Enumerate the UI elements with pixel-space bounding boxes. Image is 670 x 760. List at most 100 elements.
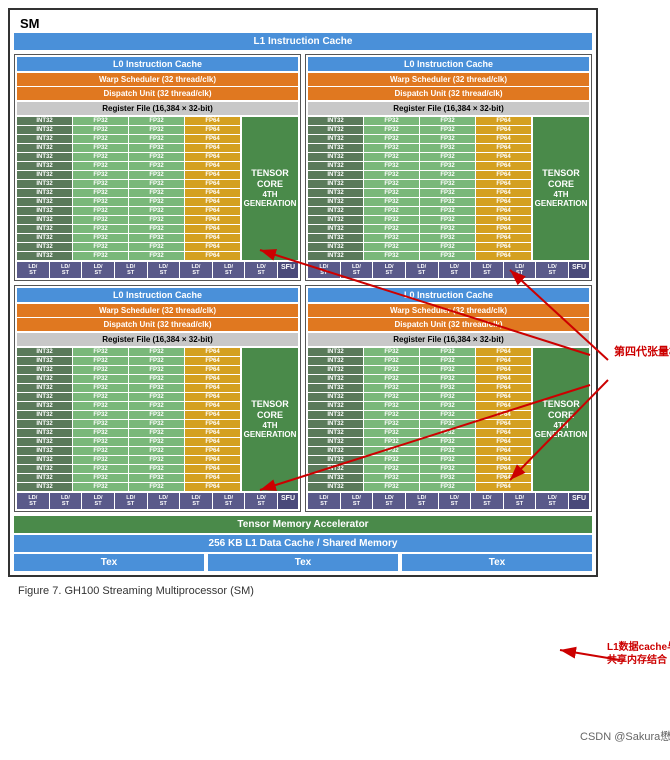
table-row: INT32 FP32 FP32 FP64 bbox=[308, 465, 531, 473]
l0-cache-tl: L0 Instruction Cache bbox=[17, 57, 298, 71]
svg-text:共享内存结合: 共享内存结合 bbox=[607, 653, 668, 666]
table-row: INT32 FP32 FP32 FP64 bbox=[308, 216, 531, 224]
table-row: INT32 FP32 FP32 FP64 bbox=[308, 207, 531, 215]
sub-block-top-right: L0 Instruction Cache Warp Scheduler (32 … bbox=[305, 54, 592, 281]
table-row: INT32 FP32 FP32 FP64 bbox=[17, 180, 240, 188]
cores-tensor-tl: INT32 FP32 FP32 FP64 INT32 FP32 FP32 FP6… bbox=[17, 117, 298, 260]
table-row: INT32 FP32 FP32 FP64 bbox=[17, 384, 240, 392]
top-two-col: L0 Instruction Cache Warp Scheduler (32 … bbox=[14, 54, 592, 281]
table-row: INT32 FP32 FP32 FP64 bbox=[308, 375, 531, 383]
bottom-two-col: L0 Instruction Cache Warp Scheduler (32 … bbox=[14, 285, 592, 512]
table-row: INT32 FP32 FP32 FP64 bbox=[308, 252, 531, 260]
tensor-core-bl: TENSOR CORE 4TH GENERATION bbox=[242, 348, 298, 491]
table-row: INT32 FP32 FP32 FP64 bbox=[17, 243, 240, 251]
table-row: INT32 FP32 FP32 FP64 bbox=[17, 474, 240, 482]
table-row: INT32 FP32 FP32 FP64 bbox=[308, 393, 531, 401]
table-row: INT32 FP32 FP32 FP64 bbox=[308, 144, 531, 152]
tensor-memory-accelerator: Tensor Memory Accelerator bbox=[14, 516, 592, 533]
dispatch-unit-tr: Dispatch Unit (32 thread/clk) bbox=[308, 87, 589, 100]
tensor-core-tl: TENSOR CORE 4TH GENERATION bbox=[242, 117, 298, 260]
table-row: INT32 FP32 FP32 FP64 bbox=[17, 420, 240, 428]
table-row: INT32 FP32 FP32 FP64 bbox=[308, 189, 531, 197]
table-row: INT32 FP32 FP32 FP64 bbox=[17, 135, 240, 143]
page-wrapper: SM L1 Instruction Cache L0 Instruction C… bbox=[0, 0, 670, 601]
warp-scheduler-tl: Warp Scheduler (32 thread/clk) bbox=[17, 73, 298, 86]
table-row: INT32 FP32 FP32 FP64 bbox=[308, 117, 531, 125]
register-file-tr: Register File (16,384 × 32-bit) bbox=[308, 102, 589, 115]
register-file-tl: Register File (16,384 × 32-bit) bbox=[17, 102, 298, 115]
dispatch-unit-br: Dispatch Unit (32 thread/clk) bbox=[308, 318, 589, 331]
table-row: INT32 FP32 FP32 FP64 bbox=[308, 126, 531, 134]
ld-st-row-bl: LD/ST LD/ST LD/ST LD/ST LD/ST LD/ST LD/S… bbox=[17, 493, 298, 509]
table-row: INT32 FP32 FP32 FP64 bbox=[308, 180, 531, 188]
l1-instruction-cache: L1 Instruction Cache bbox=[14, 33, 592, 50]
table-row: INT32 FP32 FP32 FP64 bbox=[308, 171, 531, 179]
table-row: INT32 FP32 FP32 FP64 bbox=[308, 153, 531, 161]
table-row: INT32 FP32 FP32 FP64 bbox=[17, 483, 240, 491]
table-row: INT32 FP32 FP32 FP64 bbox=[17, 144, 240, 152]
dispatch-unit-tl: Dispatch Unit (32 thread/clk) bbox=[17, 87, 298, 100]
sfu-bl: SFU bbox=[278, 493, 298, 509]
table-row: INT32 FP32 FP32 FP64 bbox=[17, 465, 240, 473]
sm-title: SM bbox=[14, 14, 592, 33]
table-row: INT32 FP32 FP32 FP64 bbox=[17, 375, 240, 383]
l1-data-cache: 256 KB L1 Data Cache / Shared Memory bbox=[14, 535, 592, 552]
table-row: INT32 FP32 FP32 FP64 bbox=[17, 162, 240, 170]
table-row: INT32 FP32 FP32 FP64 bbox=[308, 402, 531, 410]
tex-left: Tex bbox=[14, 554, 204, 571]
cores-tensor-tr: INT32 FP32 FP32 FP64 INT32 FP32 FP32 FP6… bbox=[308, 117, 589, 260]
table-row: INT32 FP32 FP32 FP64 bbox=[17, 402, 240, 410]
dispatch-unit-bl: Dispatch Unit (32 thread/clk) bbox=[17, 318, 298, 331]
table-row: INT32 FP32 FP32 FP64 bbox=[308, 420, 531, 428]
sm-block: SM L1 Instruction Cache L0 Instruction C… bbox=[8, 8, 598, 577]
sfu-tr: SFU bbox=[569, 262, 589, 278]
table-row: INT32 FP32 FP32 FP64 bbox=[308, 456, 531, 464]
l0-cache-tr: L0 Instruction Cache bbox=[308, 57, 589, 71]
table-row: INT32 FP32 FP32 FP64 bbox=[17, 429, 240, 437]
svg-text:L1数据cache与: L1数据cache与 bbox=[607, 640, 670, 653]
sub-block-top-left: L0 Instruction Cache Warp Scheduler (32 … bbox=[14, 54, 301, 281]
warp-scheduler-bl: Warp Scheduler (32 thread/clk) bbox=[17, 304, 298, 317]
table-row: INT32 FP32 FP32 FP64 bbox=[308, 225, 531, 233]
table-row: INT32 FP32 FP32 FP64 bbox=[308, 366, 531, 374]
table-row: INT32 FP32 FP32 FP64 bbox=[17, 411, 240, 419]
ld-st-row-tl: LD/ST LD/ST LD/ST LD/ST LD/ST LD/ST LD/S… bbox=[17, 262, 298, 278]
table-row: INT32 FP32 FP32 FP64 bbox=[308, 411, 531, 419]
table-row: INT32 FP32 FP32 FP64 bbox=[17, 366, 240, 374]
register-file-bl: Register File (16,384 × 32-bit) bbox=[17, 333, 298, 346]
table-row: INT32 FP32 FP32 FP64 bbox=[308, 447, 531, 455]
table-row: INT32 FP32 FP32 FP64 bbox=[17, 252, 240, 260]
cores-grid-tr: INT32 FP32 FP32 FP64 INT32 FP32 FP32 FP6… bbox=[308, 117, 531, 260]
table-row: INT32 FP32 FP32 FP64 bbox=[308, 429, 531, 437]
svg-text:第四代张量核心: 第四代张量核心 bbox=[614, 344, 670, 358]
tex-right: Tex bbox=[402, 554, 592, 571]
table-row: INT32 FP32 FP32 FP64 bbox=[17, 171, 240, 179]
table-row: INT32 FP32 FP32 FP64 bbox=[17, 117, 240, 125]
ld-st-row-tr: LD/ST LD/ST LD/ST LD/ST LD/ST LD/ST LD/S… bbox=[308, 262, 589, 278]
cores-grid-br: INT32 FP32 FP32 FP64 INT32 FP32 FP32 FP6… bbox=[308, 348, 531, 491]
table-row: INT32 FP32 FP32 FP64 bbox=[17, 447, 240, 455]
table-row: INT32 FP32 FP32 FP64 bbox=[17, 153, 240, 161]
table-row: INT32 FP32 FP32 FP64 bbox=[17, 393, 240, 401]
sfu-tl: SFU bbox=[278, 262, 298, 278]
sub-block-bottom-right: L0 Instruction Cache Warp Scheduler (32 … bbox=[305, 285, 592, 512]
table-row: INT32 FP32 FP32 FP64 bbox=[308, 357, 531, 365]
svg-text:CSDN @Sakura懋: CSDN @Sakura懋 bbox=[580, 729, 670, 743]
table-row: INT32 FP32 FP32 FP64 bbox=[308, 483, 531, 491]
table-row: INT32 FP32 FP32 FP64 bbox=[17, 198, 240, 206]
table-row: INT32 FP32 FP32 FP64 bbox=[308, 234, 531, 242]
sfu-br: SFU bbox=[569, 493, 589, 509]
figure-caption: Figure 7. GH100 Streaming Multiprocessor… bbox=[8, 585, 592, 597]
main-content: SM L1 Instruction Cache L0 Instruction C… bbox=[0, 0, 600, 601]
table-row: INT32 FP32 FP32 FP64 bbox=[17, 234, 240, 242]
table-row: INT32 FP32 FP32 FP64 bbox=[308, 438, 531, 446]
table-row: INT32 FP32 FP32 FP64 bbox=[17, 357, 240, 365]
warp-scheduler-br: Warp Scheduler (32 thread/clk) bbox=[308, 304, 589, 317]
cores-grid-tl: INT32 FP32 FP32 FP64 INT32 FP32 FP32 FP6… bbox=[17, 117, 240, 260]
warp-scheduler-tr: Warp Scheduler (32 thread/clk) bbox=[308, 73, 589, 86]
table-row: INT32 FP32 FP32 FP64 bbox=[308, 198, 531, 206]
table-row: INT32 FP32 FP32 FP64 bbox=[17, 189, 240, 197]
table-row: INT32 FP32 FP32 FP64 bbox=[17, 456, 240, 464]
table-row: INT32 FP32 FP32 FP64 bbox=[308, 384, 531, 392]
table-row: INT32 FP32 FP32 FP64 bbox=[17, 207, 240, 215]
